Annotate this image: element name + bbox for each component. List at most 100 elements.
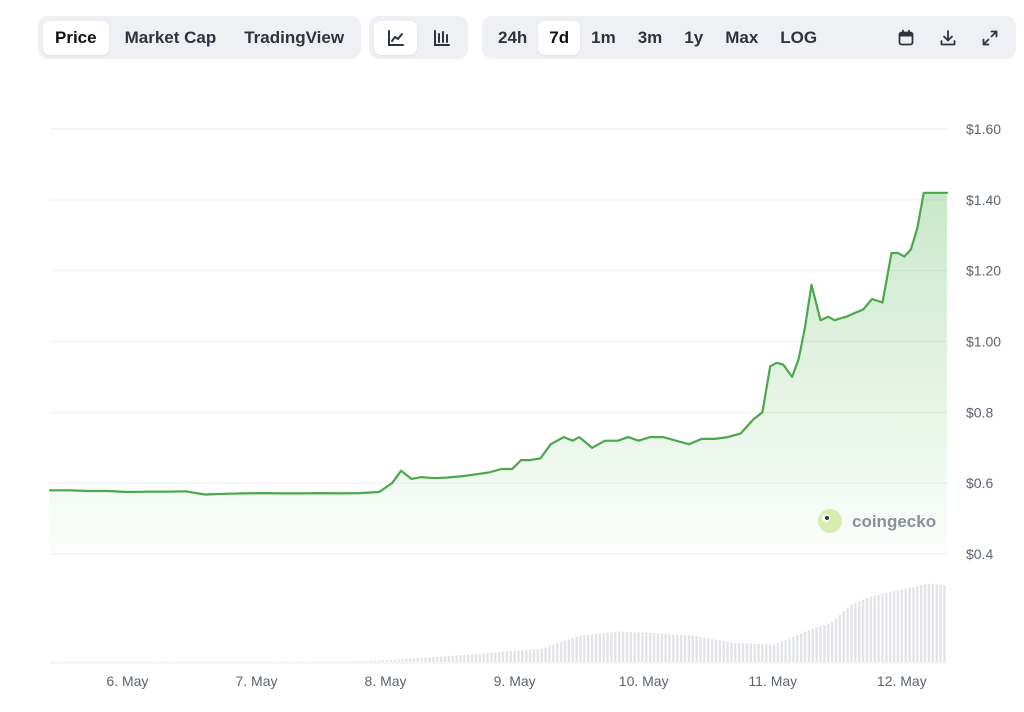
volume-bar [923, 584, 927, 662]
volume-bar [408, 658, 412, 662]
range-1y[interactable]: 1y [673, 21, 714, 55]
tab-tradingview[interactable]: TradingView [232, 21, 356, 55]
line-chart-button[interactable] [374, 20, 417, 55]
volume-bar [896, 590, 900, 662]
y-tick-label: $1.00 [966, 334, 1001, 350]
price-line [48, 191, 949, 496]
volume-bar [629, 632, 632, 662]
volume-bar [563, 640, 567, 662]
volume-bar [494, 652, 497, 662]
volume-bar [931, 584, 935, 662]
volume-bar [889, 592, 892, 662]
volume-bar [451, 655, 454, 662]
candlestick-chart-icon [433, 29, 450, 46]
y-tick-label: $0.6 [966, 475, 993, 491]
volume-bar [792, 637, 795, 662]
volume-bar [362, 660, 365, 662]
volume-bar [877, 594, 880, 662]
volume-bar [807, 630, 811, 662]
volume-bar [594, 634, 598, 662]
x-tick-label: 9. May [494, 673, 536, 689]
volume-bar [745, 643, 749, 662]
volume-bar [900, 589, 904, 662]
volume-bar [517, 650, 520, 662]
volume-bar [772, 644, 776, 662]
volume-bar [478, 653, 481, 662]
range-max[interactable]: Max [714, 21, 769, 55]
volume-bar [873, 595, 876, 662]
volume-bar [370, 660, 373, 662]
volume-bar [687, 635, 691, 662]
volume-bar [466, 654, 470, 662]
volume-bar [420, 657, 423, 662]
log-scale-toggle[interactable]: LOG [769, 21, 828, 55]
volume-bar [575, 636, 578, 662]
volume-bar [590, 634, 594, 662]
gecko-logo-icon [818, 509, 842, 533]
volume-bar [726, 641, 729, 662]
range-1m[interactable]: 1m [580, 21, 627, 55]
chart-type-group [369, 16, 468, 59]
volume-bar [617, 631, 621, 662]
coingecko-watermark: coingecko [818, 509, 936, 533]
volume-bar [548, 645, 551, 662]
line-chart-icon [387, 29, 404, 46]
volume-bar [846, 607, 849, 662]
volume-bar [943, 585, 946, 662]
tab-price[interactable]: Price [43, 20, 109, 55]
volume-bar [463, 654, 466, 662]
volume-bar [916, 586, 919, 662]
volume-bar [819, 626, 822, 662]
volume-bar [904, 588, 907, 662]
volume-bar [528, 649, 532, 662]
volume-bar [439, 656, 443, 662]
volume-bar [377, 660, 381, 662]
volume-bar [815, 627, 818, 662]
volume-bar [443, 656, 447, 662]
download-button[interactable] [927, 21, 969, 55]
y-axis: $1.60 $1.40 $1.20 $1.00 $0.8 $0.6 $0.4 [966, 121, 1001, 562]
volume-bar [695, 636, 698, 662]
volume-bar [734, 642, 737, 662]
volume-bar [610, 632, 613, 662]
volume-bar [885, 592, 888, 662]
range-24h[interactable]: 24h [487, 21, 538, 55]
volume-bar [459, 655, 462, 662]
volume-bar [556, 643, 559, 662]
volume-bar [416, 658, 420, 662]
volume-bar [490, 652, 493, 662]
volume-bar [691, 635, 694, 662]
volume-bar [827, 623, 830, 662]
x-tick-label: 11. May [748, 673, 797, 689]
view-tab-group: Price Market Cap TradingView [38, 16, 361, 59]
volume-bar [865, 597, 869, 662]
candlestick-chart-button[interactable] [420, 21, 463, 55]
volume-bar [621, 631, 625, 662]
volume-bar [927, 583, 931, 662]
volume-bar [567, 639, 571, 662]
volume-bar [718, 640, 722, 662]
volume-bar [633, 632, 636, 662]
volume-bar [637, 632, 640, 662]
volume-bar [602, 633, 605, 662]
volume-bar [660, 633, 663, 662]
date-range-button[interactable] [885, 21, 927, 55]
volume-bar [428, 657, 431, 662]
volume-bar [505, 651, 509, 662]
range-3m[interactable]: 3m [627, 21, 674, 55]
volume-bar [366, 660, 369, 662]
volume-bar [803, 631, 807, 662]
grid-lines [50, 128, 947, 664]
fullscreen-button[interactable] [969, 21, 1011, 55]
volume-bar [730, 642, 733, 662]
range-7d[interactable]: 7d [538, 20, 581, 55]
volume-bar [799, 633, 803, 662]
volume-bar [393, 659, 396, 662]
volume-bar [401, 659, 404, 662]
volume-bar [405, 658, 408, 662]
volume-bar [412, 658, 416, 662]
volume-bar [374, 660, 377, 662]
volume-bar [668, 634, 671, 662]
tab-market-cap[interactable]: Market Cap [113, 21, 229, 55]
volume-bar [625, 631, 629, 662]
